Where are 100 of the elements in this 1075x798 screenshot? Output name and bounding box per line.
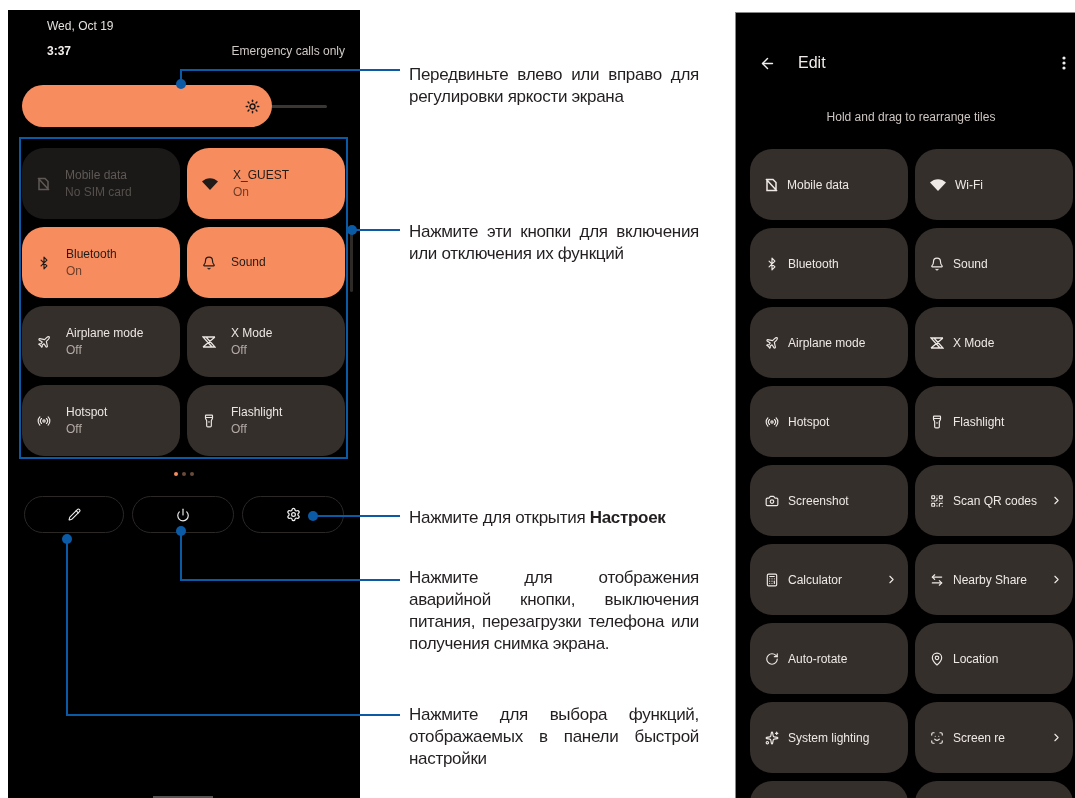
tile-label: X Mode	[231, 325, 273, 341]
tile-status: Off	[66, 342, 83, 358]
quick-tile[interactable]: Airplane mode Off	[22, 306, 180, 377]
tile-status: No SIM card	[65, 184, 132, 200]
tile-label: Nearby Share	[953, 572, 1029, 587]
edit-tile[interactable]: Bluetooth	[750, 228, 908, 299]
tile-status: On	[233, 184, 250, 200]
screenshot-icon	[765, 493, 779, 508]
edit-tile[interactable]: Hotspot	[750, 386, 908, 457]
settings-icon	[285, 507, 301, 522]
quick-tile[interactable]: Hotspot Off	[22, 385, 180, 456]
location-pin-icon	[930, 651, 944, 666]
scroll-indicator	[350, 232, 353, 292]
settings-button[interactable]	[242, 496, 344, 533]
tile-status: Off	[66, 421, 83, 437]
tile-label: Wi-Fi	[955, 177, 984, 192]
tile-label: X Mode	[953, 335, 996, 350]
scan-frame-icon	[930, 730, 944, 745]
tile-label: Bluetooth	[66, 246, 117, 262]
edit-tile[interactable]: Auto-rotate	[750, 623, 908, 694]
airplane-icon	[37, 334, 51, 349]
rotate-icon	[765, 651, 779, 666]
quick-tile[interactable]: X_GUEST On	[187, 148, 345, 219]
quick-tile[interactable]: Flashlight Off	[187, 385, 345, 456]
page-dot[interactable]	[173, 472, 178, 476]
edit-tile[interactable]: Airplane mode	[750, 307, 908, 378]
crossed-out-card-icon	[765, 177, 778, 192]
tile-label: Sound	[231, 255, 266, 270]
clock-text: 3:37	[47, 43, 72, 59]
calculator-icon	[765, 572, 779, 587]
annotation-text: Передвиньте влево или вправо для регулировки яркости экрана	[409, 64, 699, 108]
edit-tile[interactable]: Nearby Share	[915, 544, 1073, 615]
hotspot-icon	[765, 414, 779, 429]
pencil-icon	[67, 508, 81, 521]
edit-tile[interactable]: System lighting	[750, 702, 908, 773]
brightness-slider[interactable]	[22, 85, 327, 127]
tile-label: Scan QR codes	[953, 493, 1039, 508]
tile-label: Calculator	[788, 572, 844, 587]
brightness-icon	[245, 98, 261, 114]
wifi-icon	[930, 178, 946, 191]
power-button[interactable]	[132, 496, 234, 533]
tile-label: Flashlight	[953, 414, 1006, 429]
more-icon	[1062, 56, 1066, 70]
tile-label: Flashlight	[231, 404, 283, 420]
sparkle-icon	[765, 730, 779, 745]
edit-tile[interactable]: Sound	[915, 228, 1073, 299]
edit-tile[interactable]: Calculator	[750, 544, 908, 615]
edit-tile[interactable]: Scan QR codes	[915, 465, 1073, 536]
x-mark-icon	[930, 336, 944, 349]
tile-label: Screenshot	[788, 493, 850, 508]
edit-tile[interactable]: Location	[915, 623, 1073, 694]
hotspot-icon	[37, 413, 51, 428]
tile-label: Sound	[953, 256, 989, 271]
tile-label: Location	[953, 651, 1000, 666]
tile-status: Off	[231, 342, 248, 358]
tile-label: Airplane mode	[66, 325, 144, 341]
slider-fill[interactable]	[22, 85, 273, 127]
tile-label: Hotspot	[788, 414, 831, 429]
flashlight-icon	[202, 413, 216, 428]
crossed-out-card-icon	[37, 176, 50, 191]
home-indicator	[153, 796, 213, 798]
page-dot[interactable]	[181, 472, 186, 476]
annotation-text: Нажмите для открытия Настроек	[409, 507, 667, 529]
airplane-icon	[765, 335, 779, 350]
edit-tile[interactable]: Screen re	[915, 702, 1073, 773]
bell-icon	[930, 256, 944, 271]
quick-tile[interactable]: Bluetooth On	[22, 227, 180, 298]
power-icon	[176, 507, 190, 522]
quick-tile[interactable]: Sound	[187, 227, 345, 298]
bell-icon	[202, 255, 216, 270]
annotation-text: Нажмите для выбора функций, отображаемых в панели быстрой настройки	[409, 704, 699, 770]
tile-label: Bluetooth	[788, 256, 840, 271]
tile-label: X_GUEST	[233, 167, 289, 183]
tile-label: Auto-rotate	[788, 651, 849, 666]
tile-label: Mobile data	[787, 177, 851, 192]
x-mark-icon	[202, 335, 216, 348]
hint-text: Hold and drag to rearrange tiles	[825, 110, 997, 124]
arrows-icon	[930, 572, 944, 587]
date-text: Wed, Oct 19	[46, 18, 115, 34]
edit-tile[interactable]: X Mode	[915, 307, 1073, 378]
network-status: Emergency calls only	[231, 43, 345, 59]
tile-label: Mobile data	[65, 167, 129, 183]
edit-tile[interactable]: Mobile data	[750, 149, 908, 220]
leader-line	[347, 225, 401, 235]
tile-status: Off	[231, 421, 248, 437]
edit-tile[interactable]: Flashlight	[915, 386, 1073, 457]
quick-tile[interactable]: X Mode Off	[187, 306, 345, 377]
screen-title: Edit	[798, 54, 827, 72]
tile-label: System lighting	[788, 730, 871, 745]
flashlight-icon	[930, 414, 944, 429]
tile-label: Screen re	[953, 730, 1007, 745]
tile-label: Airplane mode	[788, 335, 867, 350]
annotation-text: Нажмите для отображения аварийной кнопки, выключения питания, перезагрузки телефона или получения снимка экрана.	[409, 567, 699, 655]
page-dot[interactable]	[189, 472, 194, 476]
edit-tile[interactable]: Wi-Fi	[915, 149, 1073, 220]
more-button[interactable]	[1062, 56, 1066, 70]
wifi-icon	[202, 177, 218, 190]
qr-code-icon	[930, 493, 944, 508]
edit-tile[interactable]: Screenshot	[750, 465, 908, 536]
tile-status: On	[66, 263, 83, 279]
